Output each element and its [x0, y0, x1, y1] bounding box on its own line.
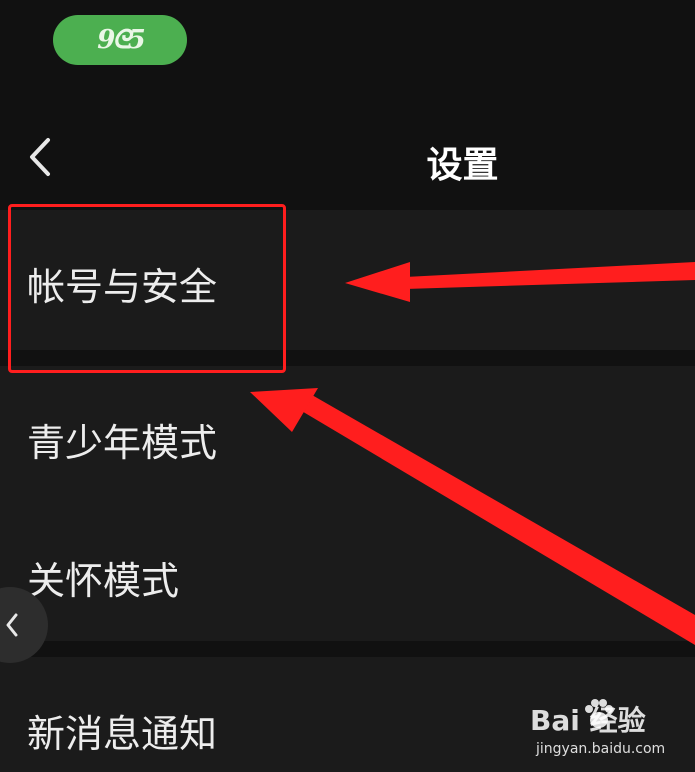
arrow-lower: [250, 388, 695, 645]
watermark-url: jingyan.baidu.com: [536, 741, 666, 757]
watermark: Bai 经验 jingyan.baidu.com: [530, 697, 690, 763]
annotation-arrows: [250, 262, 695, 645]
paw-icon: [585, 699, 613, 728]
arrow-right: [345, 262, 695, 302]
